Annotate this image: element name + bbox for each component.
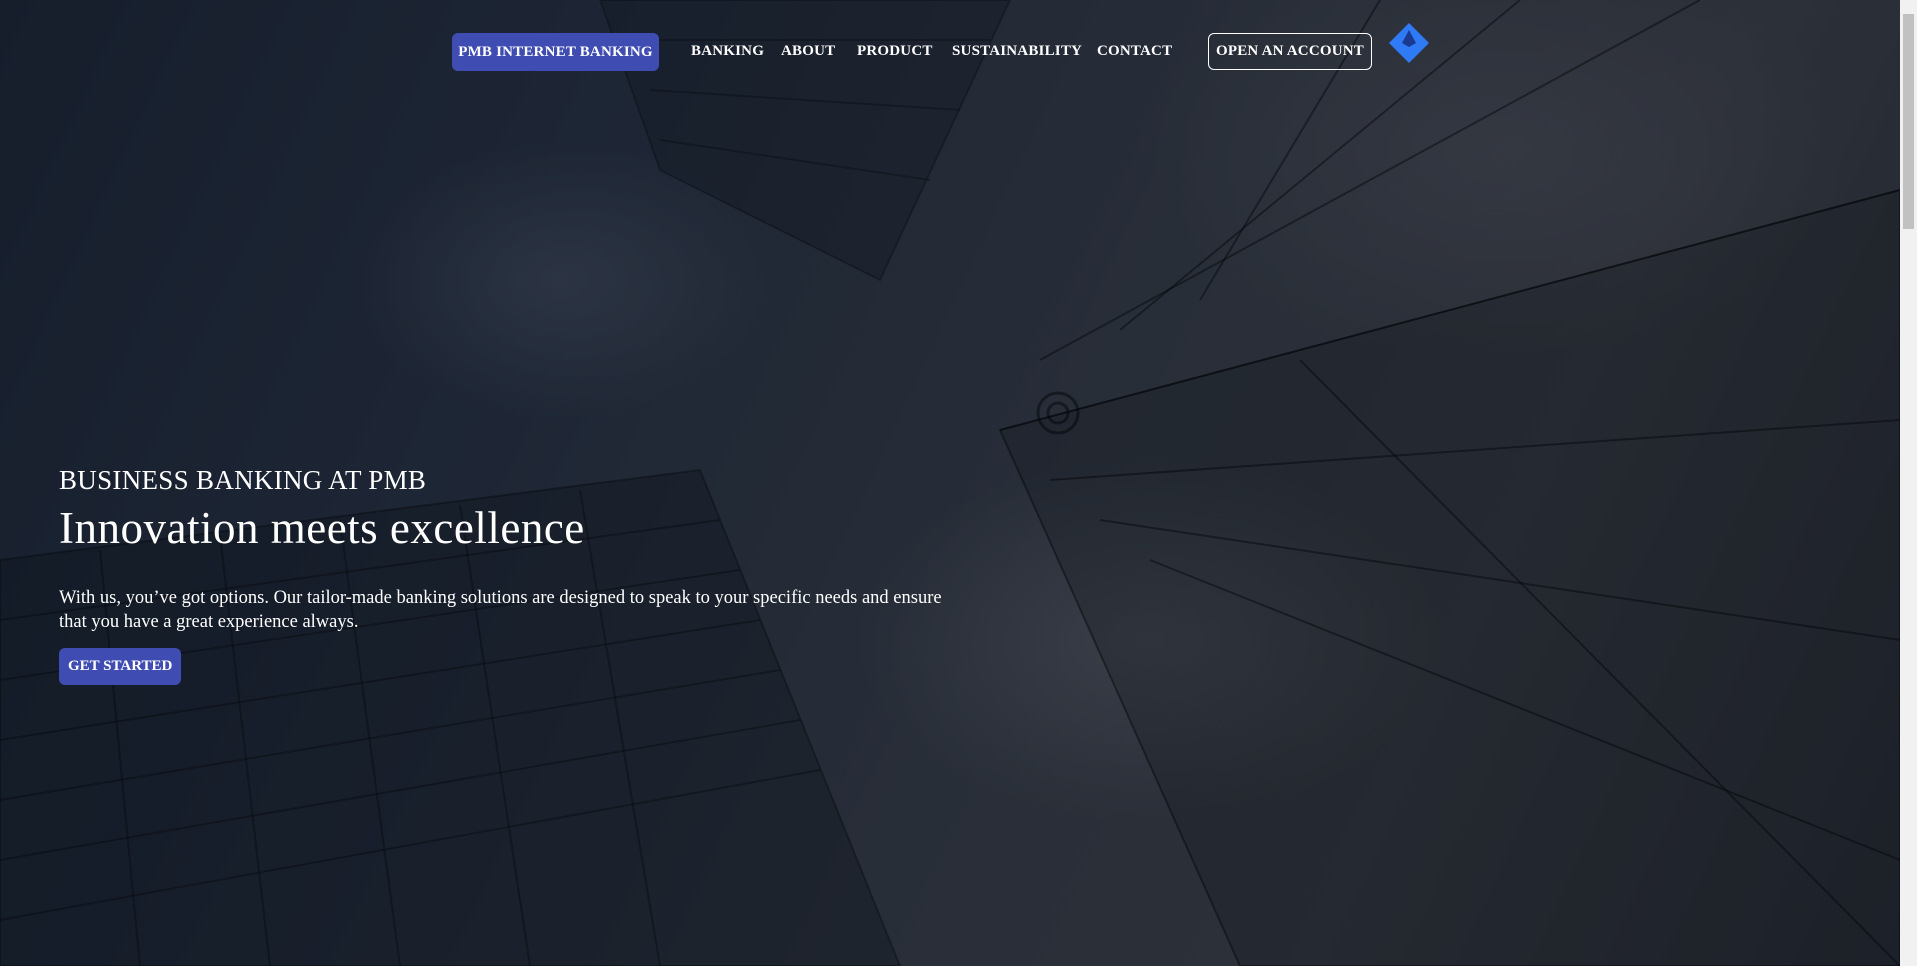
diamond-logo-icon[interactable]	[1388, 22, 1430, 64]
nav-link-banking[interactable]: BANKING	[691, 42, 764, 60]
nav-link-sustainability[interactable]: SUSTAINABILITY	[952, 42, 1082, 60]
get-started-button[interactable]: GET STARTED	[59, 648, 182, 685]
hero-eyebrow: BUSINESS BANKING AT PMB	[59, 465, 427, 495]
nav-link-product[interactable]: PRODUCT	[857, 42, 933, 60]
vertical-scrollbar[interactable]	[1900, 0, 1917, 966]
nav-link-about[interactable]: ABOUT	[781, 42, 835, 60]
hero-headline: Innovation meets excellence	[59, 503, 585, 553]
hero-description: With us, you’ve got options. Our tailor-…	[59, 588, 942, 632]
top-navigation: PMB INTERNET BANKING BANKING ABOUT PRODU…	[0, 0, 1900, 100]
nav-link-contact[interactable]: CONTACT	[1097, 42, 1172, 60]
scrollbar-thumb[interactable]	[1903, 14, 1914, 229]
hero-section: BUSINESS BANKING AT PMB Innovation meets…	[59, 460, 959, 685]
internet-banking-button[interactable]: PMB INTERNET BANKING	[452, 33, 659, 71]
open-account-button[interactable]: OPEN AN ACCOUNT	[1208, 33, 1372, 70]
